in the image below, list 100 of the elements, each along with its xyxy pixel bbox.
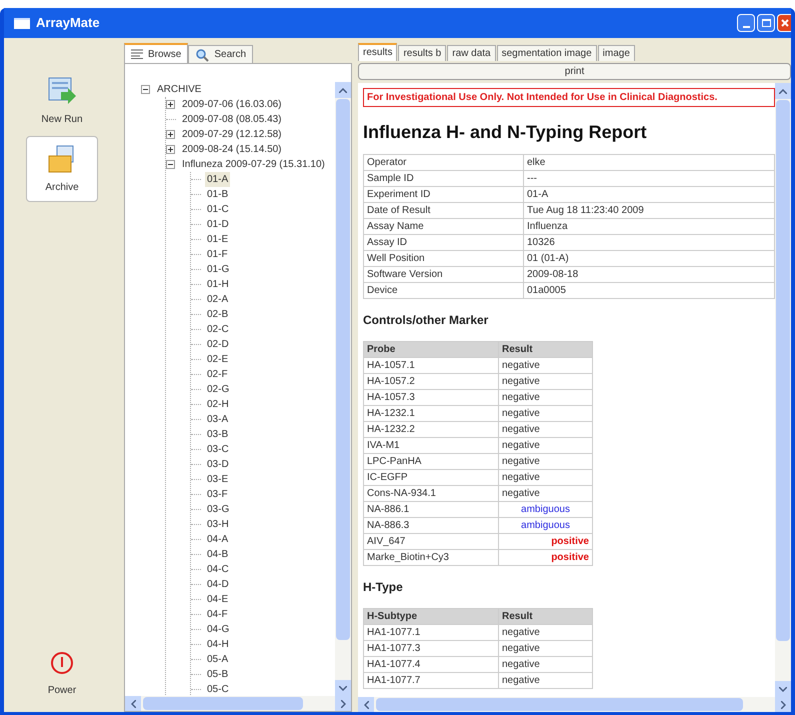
table-cell: HA-1057.3 xyxy=(364,390,498,406)
tab[interactable]: results b xyxy=(398,45,446,61)
tree-item[interactable]: 04-C xyxy=(205,562,231,577)
tree-item[interactable]: 04-G xyxy=(205,622,232,637)
table-cell: HA-1232.1 xyxy=(364,406,498,422)
table-cell: NA-886.3 xyxy=(364,518,498,534)
tree-item[interactable]: 02-F xyxy=(205,367,230,382)
tab[interactable]: Search xyxy=(188,45,254,63)
tree-item[interactable]: 04-B xyxy=(205,547,230,562)
tree-item[interactable]: 02-H xyxy=(205,397,231,412)
tab[interactable]: raw data xyxy=(447,45,496,61)
table-cell: 01-A xyxy=(524,186,774,202)
toolbar-button[interactable]: New Run xyxy=(26,68,98,134)
tab[interactable]: Browse xyxy=(124,43,188,63)
table-cell: Tue Aug 18 11:23:40 2009 xyxy=(524,202,774,218)
tree-item[interactable]: 03-A xyxy=(205,412,230,427)
table-cell: NA-886.1 xyxy=(364,502,498,518)
tree-item[interactable]: 2009-07-29 (12.12.58) xyxy=(180,127,284,142)
tree-item[interactable]: 05-B xyxy=(205,667,230,682)
minus-icon xyxy=(143,87,148,92)
expand-toggle[interactable] xyxy=(166,130,175,139)
tree-item[interactable]: 01-A xyxy=(205,172,230,187)
tree-item[interactable]: 05-C xyxy=(205,682,231,696)
document-arrow-icon xyxy=(47,76,77,106)
table-cell: Operator xyxy=(364,154,524,170)
expand-toggle[interactable] xyxy=(166,145,175,154)
table-cell: HA1-1077.7 xyxy=(364,672,498,688)
tree-item[interactable]: 01-D xyxy=(205,217,231,232)
tree-item[interactable]: 04-E xyxy=(205,592,230,607)
search-icon xyxy=(195,48,210,62)
tree-item[interactable]: 04-F xyxy=(205,607,230,622)
close-button[interactable] xyxy=(777,14,791,32)
vertical-scrollbar[interactable] xyxy=(335,82,351,696)
table-cell: LPC-PanHA xyxy=(364,454,498,470)
table-cell: 10326 xyxy=(524,234,774,250)
warning-banner: For Investigational Use Only. Not Intended for Use in Clinical Diagnostics. xyxy=(363,88,775,107)
table-cell: negative xyxy=(498,406,592,422)
close-icon xyxy=(780,19,788,27)
table-cell: HA1-1077.1 xyxy=(364,624,498,640)
tree-item[interactable]: 02-B xyxy=(205,307,230,322)
tree-item[interactable]: 03-C xyxy=(205,442,231,457)
tree-item[interactable]: 03-F xyxy=(205,487,230,502)
tree-item[interactable]: 03-B xyxy=(205,427,230,442)
tree-item[interactable]: 01-H xyxy=(205,277,231,292)
tree-item[interactable]: 01-E xyxy=(205,232,230,247)
table-cell: AIV_647 xyxy=(364,534,498,550)
tree-item[interactable]: 2009-07-06 (16.03.06) xyxy=(180,97,284,112)
tree-item[interactable]: 03-E xyxy=(205,472,230,487)
plus-icon xyxy=(168,102,173,107)
tree-item[interactable]: 02-D xyxy=(205,337,231,352)
tree-item[interactable]: 01-B xyxy=(205,187,230,202)
table-cell: Assay ID xyxy=(364,234,524,250)
tree-item[interactable]: 03-G xyxy=(205,502,232,517)
table-cell: negative xyxy=(498,358,592,374)
table-cell: Influenza xyxy=(524,218,774,234)
table-cell: 01 (01-A) xyxy=(524,250,774,266)
table-cell: negative xyxy=(498,640,592,656)
tree-item[interactable]: 2009-08-24 (15.14.50) xyxy=(180,142,284,157)
table-cell: negative xyxy=(498,422,592,438)
table-cell: negative xyxy=(498,374,592,390)
horizontal-scrollbar[interactable] xyxy=(125,696,351,711)
tree-item[interactable]: 04-H xyxy=(205,637,231,652)
vertical-scrollbar[interactable] xyxy=(775,83,791,697)
tree-item[interactable]: 01-G xyxy=(205,262,232,277)
minimize-button[interactable] xyxy=(737,14,755,32)
column-header: Probe xyxy=(364,342,498,358)
tree-item[interactable]: 2009-07-08 (08.05.43) xyxy=(180,112,284,127)
table-cell: negative xyxy=(498,470,592,486)
maximize-button[interactable] xyxy=(757,14,775,32)
tab[interactable]: results xyxy=(358,43,398,61)
tree-item[interactable]: 05-A xyxy=(205,652,230,667)
collapse-toggle[interactable] xyxy=(166,160,175,169)
tree-item[interactable]: 02-C xyxy=(205,322,231,337)
list-icon xyxy=(131,49,143,59)
print-button[interactable]: print xyxy=(358,63,791,80)
tree-item[interactable]: 02-A xyxy=(205,292,230,307)
table-cell: HA-1057.1 xyxy=(364,358,498,374)
horizontal-scrollbar[interactable] xyxy=(358,697,791,712)
tree-item[interactable]: 01-F xyxy=(205,247,230,262)
table-cell: --- xyxy=(524,170,774,186)
table-cell: elke xyxy=(524,154,774,170)
tree-item[interactable]: 02-G xyxy=(205,382,232,397)
tab[interactable]: segmentation image xyxy=(496,45,597,61)
expand-toggle[interactable] xyxy=(166,100,175,109)
table-cell: IVA-M1 xyxy=(364,438,498,454)
tree-item[interactable]: 01-C xyxy=(205,202,231,217)
tree-item[interactable]: 04-D xyxy=(205,577,231,592)
tree-item[interactable]: ARCHIVE xyxy=(155,82,204,97)
power-button[interactable]: Power xyxy=(48,651,76,698)
tab[interactable]: image xyxy=(598,45,635,61)
toolbar-button[interactable]: Archive xyxy=(26,136,98,202)
table-cell: HA1-1077.3 xyxy=(364,640,498,656)
tree-item[interactable]: 03-D xyxy=(205,457,231,472)
tree-item[interactable]: 02-E xyxy=(205,352,230,367)
tree-item[interactable]: 04-A xyxy=(205,532,230,547)
tree-item[interactable]: 03-H xyxy=(205,517,231,532)
table-cell: positive xyxy=(498,534,592,550)
tree-item[interactable]: Influneza 2009-07-29 (15.31.10) xyxy=(180,157,327,172)
collapse-toggle[interactable] xyxy=(141,85,150,94)
table-cell: Assay Name xyxy=(364,218,524,234)
